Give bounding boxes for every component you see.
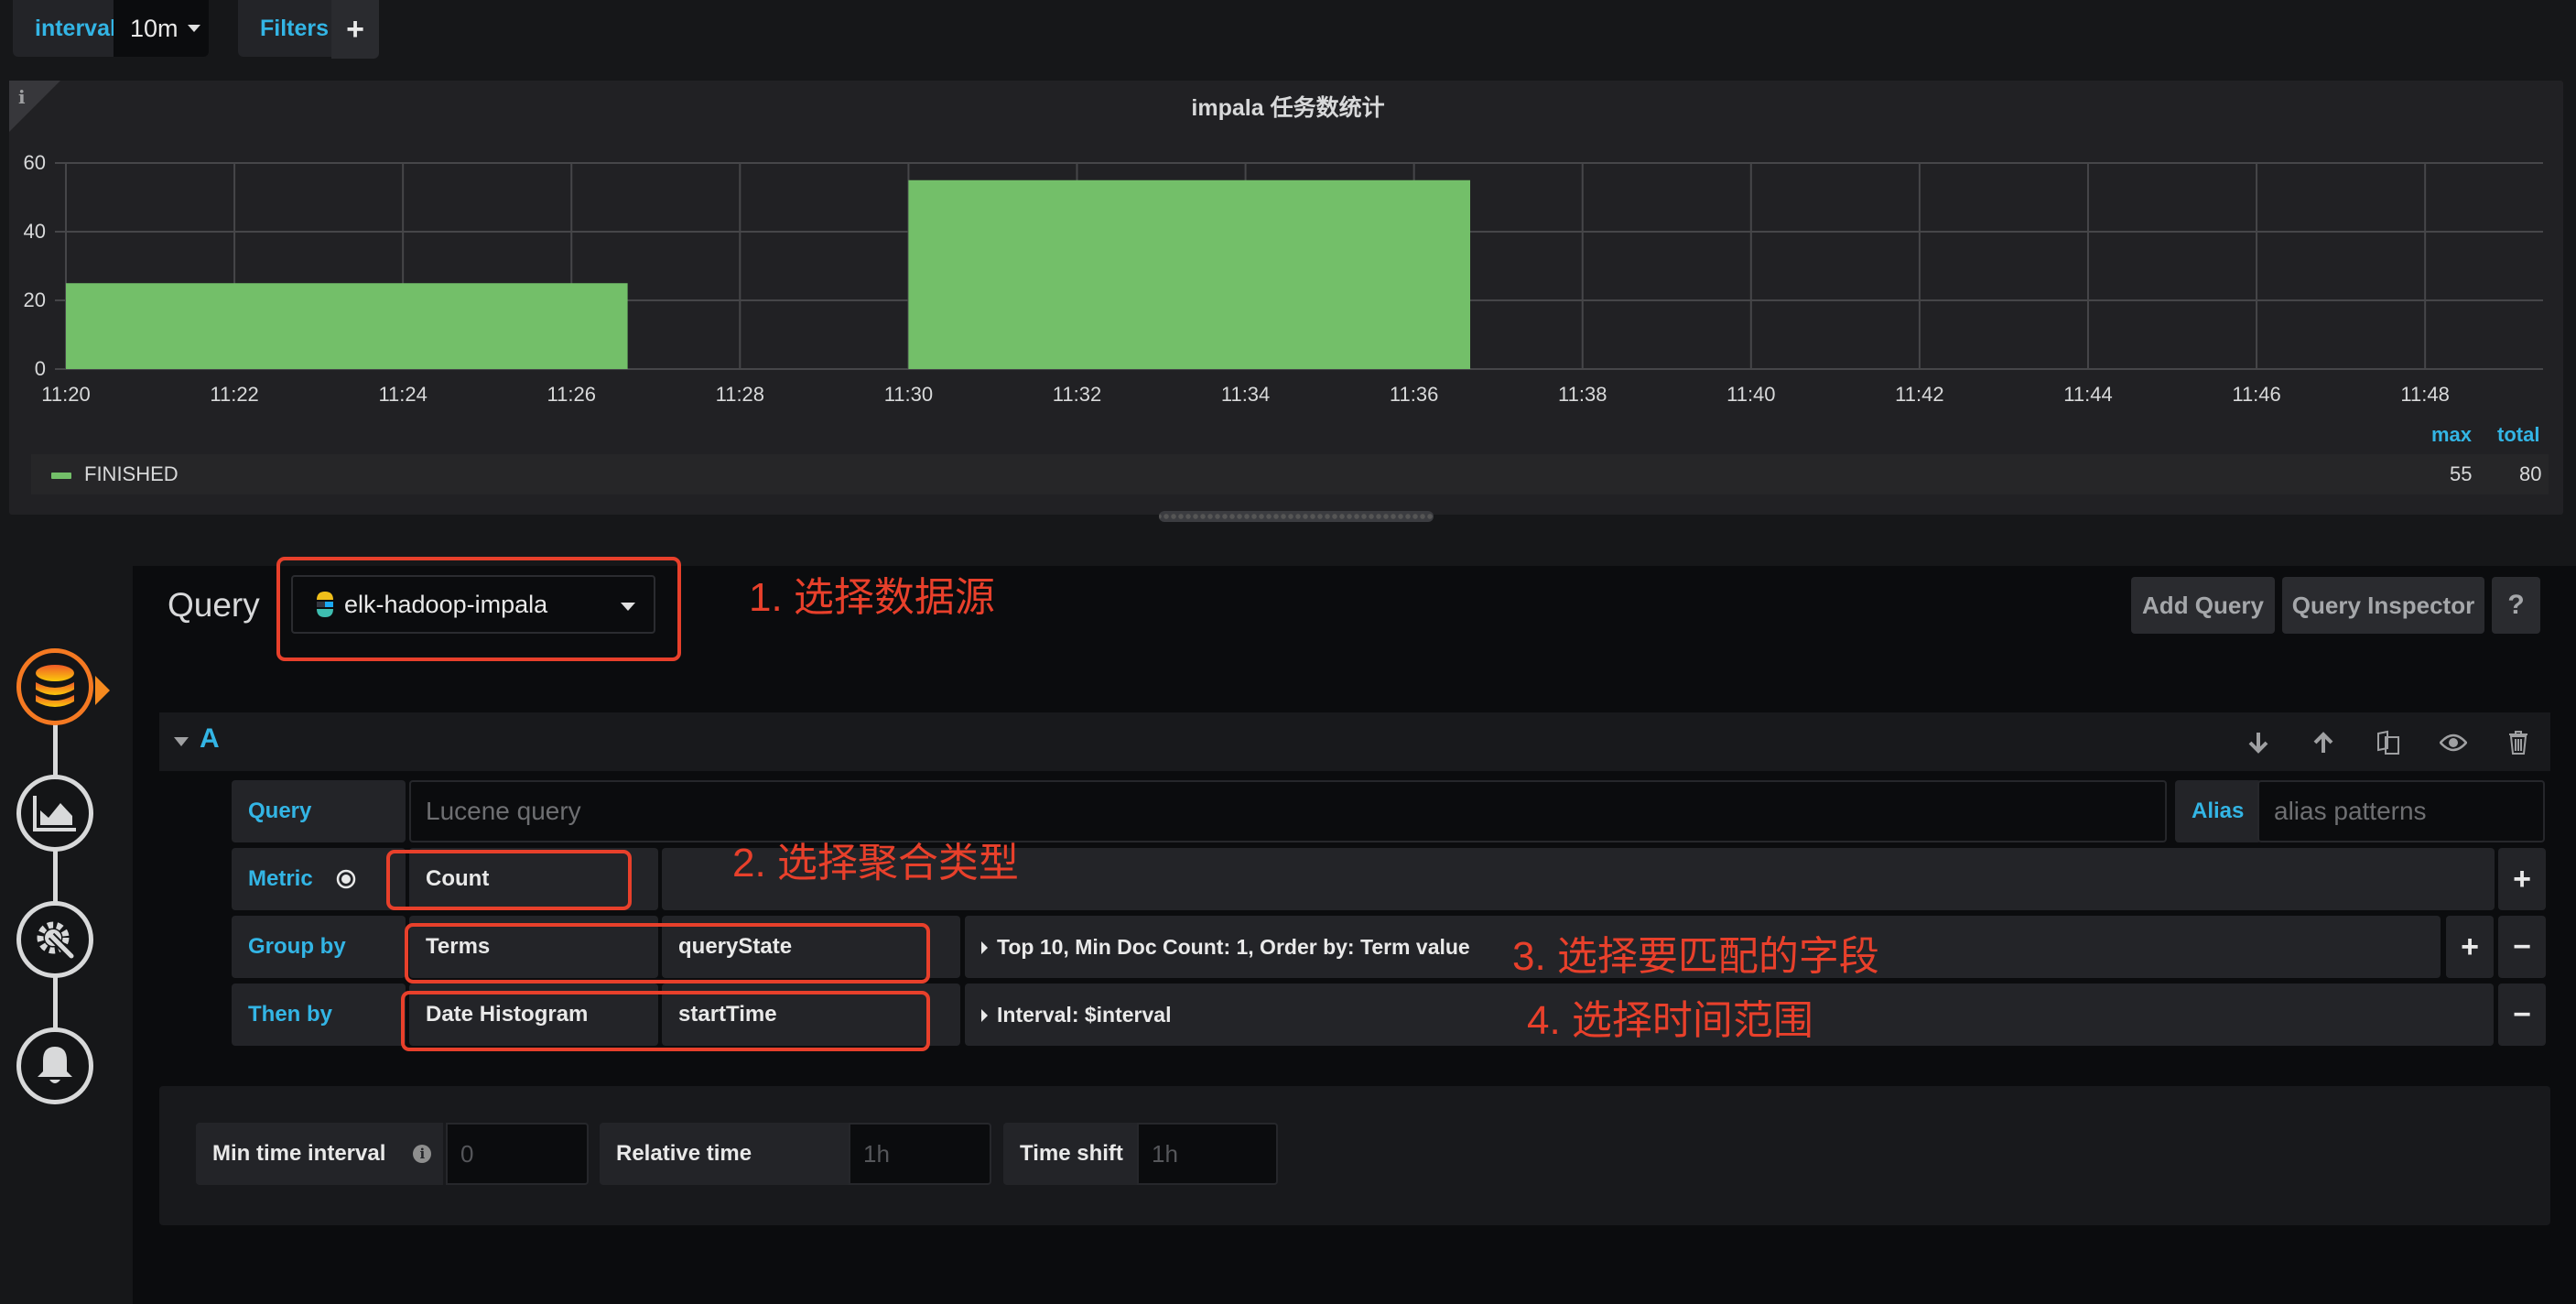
annotation-box-group-by	[405, 923, 930, 983]
legend-color-swatch[interactable]	[51, 473, 71, 479]
annotation-box-datasource	[276, 557, 681, 661]
relative-time-label: Relative time	[600, 1123, 849, 1185]
gear-wrench-icon	[37, 921, 75, 960]
add-query-button[interactable]: Add Query	[2131, 577, 2275, 634]
metric-visibility-eye-icon[interactable]	[335, 869, 357, 889]
x-tick-label: 11:22	[210, 383, 259, 406]
y-tick-label: 60	[23, 151, 46, 174]
x-tick-label: 11:34	[1220, 383, 1271, 406]
caret-right-icon	[981, 1008, 988, 1022]
panel-resize-handle[interactable]	[1159, 511, 1434, 522]
annotation-box-metric	[386, 850, 632, 910]
move-down-icon[interactable]	[2243, 727, 2274, 758]
min-time-interval-label: Min time interval i	[196, 1123, 443, 1185]
annotation-box-then-by	[401, 991, 930, 1051]
x-tick-label: 11:20	[41, 383, 91, 406]
x-tick-label: 11:42	[1895, 383, 1944, 406]
collapse-caret-icon[interactable]	[174, 737, 189, 746]
legend-value-max: 55	[2450, 462, 2473, 485]
sidebar-item-general[interactable]	[16, 901, 93, 978]
bell-icon	[38, 1047, 72, 1083]
x-tick-label: 11:40	[1726, 383, 1776, 406]
group-by-options-text: Top 10, Min Doc Count: 1, Order by: Term…	[997, 934, 1470, 959]
minus-icon: −	[2513, 996, 2531, 1032]
time-shift-input[interactable]: 1h	[1137, 1123, 1278, 1185]
metric-label: Metric	[248, 866, 313, 891]
legend-value-total: 80	[2519, 462, 2542, 485]
alias-label-cell: Alias	[2175, 780, 2261, 842]
sidebar-item-alert[interactable]	[16, 1027, 93, 1104]
y-tick-label: 0	[34, 357, 46, 380]
sidebar-item-visualization[interactable]	[16, 775, 93, 852]
annotation-step4: 4. 选择时间范围	[1527, 998, 1813, 1043]
group-by-label: Group by	[248, 934, 346, 959]
time-shift-label: Time shift	[1003, 1123, 1137, 1185]
x-tick-label: 11:30	[883, 383, 934, 406]
y-tick-label: 20	[23, 288, 46, 311]
bar-finished	[908, 179, 1471, 369]
annotation-step2: 2. 选择聚合类型	[732, 841, 1019, 886]
relative-time-input[interactable]: 1h	[849, 1123, 991, 1185]
min-time-interval-placeholder: 0	[460, 1139, 474, 1168]
x-tick-label: 11:36	[1389, 383, 1439, 406]
remove-then-by-button[interactable]: −	[2498, 983, 2546, 1046]
info-icon[interactable]: i	[413, 1145, 432, 1163]
relative-time-placeholder: 1h	[863, 1139, 890, 1168]
metric-label-cell: Metric	[232, 848, 406, 910]
move-up-icon[interactable]	[2308, 727, 2339, 758]
then-by-options-text: Interval: $interval	[997, 1002, 1172, 1027]
then-by-label: Then by	[248, 1002, 333, 1027]
trash-icon[interactable]	[2503, 727, 2534, 758]
legend-series-name[interactable]: FINISHED	[84, 462, 179, 486]
x-tick-label: 11:32	[1052, 383, 1102, 406]
x-tick-label: 11:44	[2063, 383, 2113, 406]
annotation-step3: 3. 选择要匹配的字段	[1512, 934, 1879, 979]
help-button[interactable]: ?	[2492, 577, 2540, 634]
then-by-label-cell: Then by	[232, 983, 406, 1046]
alias-label: Alias	[2192, 799, 2245, 823]
plus-icon: +	[2513, 861, 2531, 896]
active-pointer-icon	[95, 676, 110, 705]
group-by-label-cell: Group by	[232, 916, 406, 978]
x-tick-label: 11:28	[715, 383, 765, 406]
x-tick-label: 11:24	[378, 383, 428, 406]
caret-right-icon	[981, 940, 988, 954]
legend-item-finished[interactable]: FINISHED	[31, 454, 2549, 494]
remove-group-by-button[interactable]: −	[2498, 916, 2546, 978]
add-group-by-button[interactable]: +	[2446, 916, 2494, 978]
chart-area-icon	[33, 796, 76, 831]
duplicate-icon[interactable]	[2373, 727, 2404, 758]
database-icon	[36, 665, 74, 707]
chart-plot	[55, 162, 2543, 370]
bar-finished	[66, 283, 628, 369]
alias-placeholder: alias patterns	[2274, 797, 2427, 825]
x-tick-label: 11:38	[1558, 383, 1607, 406]
query-field-label: Query	[248, 799, 312, 823]
alias-input[interactable]: alias patterns	[2257, 780, 2545, 842]
query-ref-id[interactable]: A	[200, 723, 220, 755]
min-time-interval-text: Min time interval	[212, 1141, 386, 1166]
add-metric-button[interactable]: +	[2498, 848, 2546, 910]
time-shift-placeholder: 1h	[1152, 1139, 1178, 1168]
query-label-cell: Query	[232, 780, 406, 842]
lucene-query-input[interactable]: Lucene query	[409, 780, 2167, 842]
min-time-interval-input[interactable]: 0	[446, 1123, 589, 1185]
x-tick-label: 11:26	[547, 383, 596, 406]
sidebar-item-queries[interactable]	[16, 648, 93, 725]
lucene-query-placeholder: Lucene query	[426, 797, 581, 825]
plus-icon: +	[2461, 929, 2479, 964]
query-inspector-button[interactable]: Query Inspector	[2282, 577, 2484, 634]
query-row-header[interactable]: A	[159, 712, 2550, 771]
x-tick-label: 11:48	[2400, 383, 2450, 406]
legend-header-total[interactable]: total	[2497, 423, 2539, 447]
legend-header-max[interactable]: max	[2431, 423, 2472, 447]
minus-icon: −	[2513, 929, 2531, 964]
y-tick-label: 40	[23, 220, 46, 243]
x-tick-label: 11:46	[2232, 383, 2281, 406]
query-tab-title: Query	[168, 586, 260, 624]
eye-icon[interactable]	[2438, 727, 2469, 758]
annotation-step1: 1. 选择数据源	[749, 575, 995, 620]
